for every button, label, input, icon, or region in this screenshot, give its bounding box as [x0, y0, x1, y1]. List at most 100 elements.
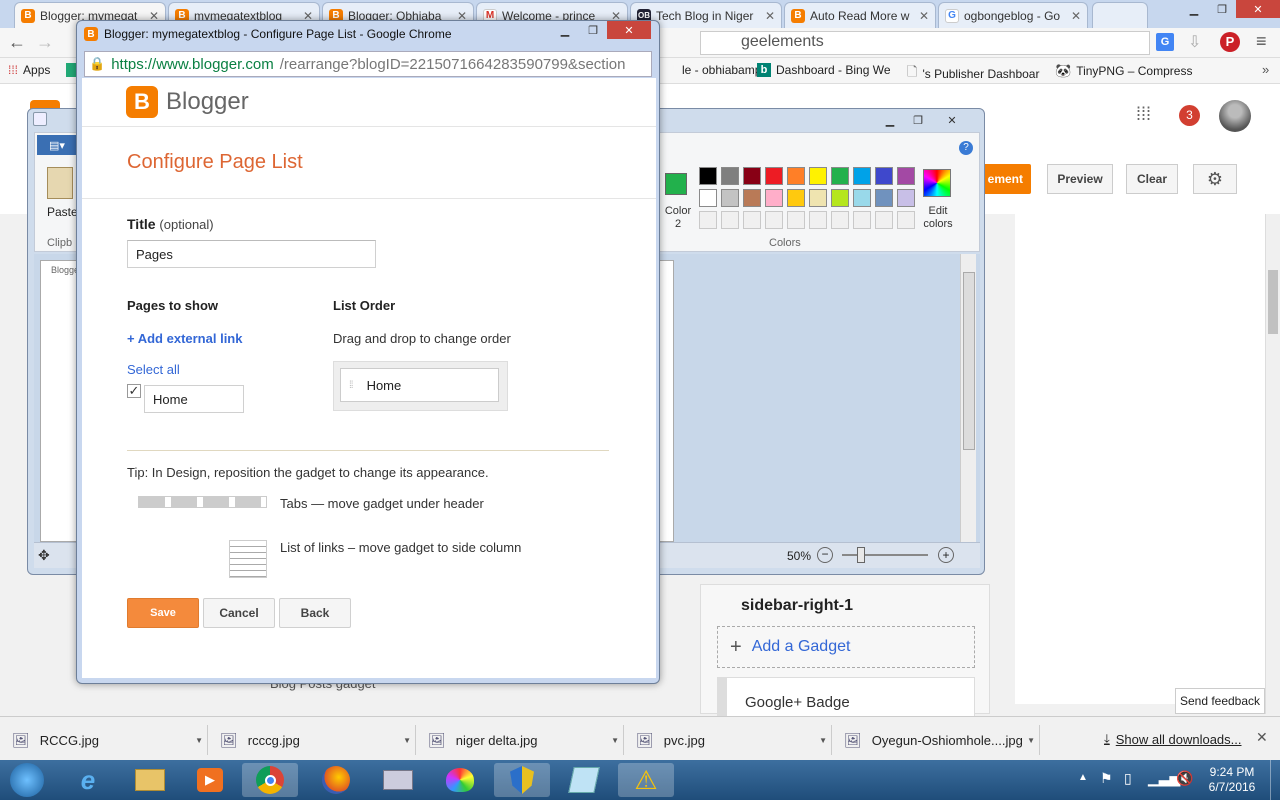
- home-page-checkbox[interactable]: ✓: [127, 384, 141, 398]
- color-swatch[interactable]: [875, 211, 893, 229]
- notes-app-icon[interactable]: [556, 763, 612, 797]
- bookmark-apps[interactable]: ⁞⁞⁞ Apps: [8, 63, 50, 77]
- color-swatch[interactable]: [897, 189, 915, 207]
- color-swatch[interactable]: [875, 189, 893, 207]
- color-swatch[interactable]: [787, 167, 805, 185]
- color-swatch[interactable]: [809, 167, 827, 185]
- edit-colors-button[interactable]: Edit colors: [919, 205, 957, 231]
- zoom-slider-thumb[interactable]: [857, 547, 865, 563]
- edit-colors-icon[interactable]: [923, 169, 951, 197]
- firefox-icon[interactable]: [308, 763, 364, 797]
- apps-grid-icon[interactable]: ⁞⁞⁞: [1136, 104, 1151, 125]
- color-swatch[interactable]: [743, 211, 761, 229]
- color-swatch[interactable]: [699, 211, 717, 229]
- close-icon[interactable]: ✕: [1071, 9, 1081, 23]
- notification-badge[interactable]: 3: [1179, 105, 1200, 126]
- internet-explorer-icon[interactable]: e: [60, 763, 116, 797]
- clear-button[interactable]: Clear: [1126, 164, 1178, 194]
- speaker-icon[interactable]: 🔇: [1176, 770, 1193, 787]
- maximize-icon[interactable]: ❐: [579, 21, 607, 39]
- battery-icon[interactable]: ▯: [1124, 770, 1132, 787]
- color-swatch[interactable]: [765, 167, 783, 185]
- bookmark-bing-dashboard[interactable]: b Dashboard - Bing We: [757, 63, 891, 77]
- forward-arrow-icon[interactable]: →: [36, 32, 54, 53]
- warning-app-icon[interactable]: ⚠: [618, 763, 674, 797]
- back-button[interactable]: Back: [279, 598, 351, 628]
- zoom-slider[interactable]: [842, 554, 928, 556]
- preview-button[interactable]: Preview: [1047, 164, 1113, 194]
- tab-auto-read-more[interactable]: B Auto Read More w ✕: [784, 2, 936, 28]
- color-swatch[interactable]: [787, 211, 805, 229]
- close-icon[interactable]: ✕: [1236, 0, 1280, 18]
- address-bar[interactable]: geelements: [700, 31, 1150, 55]
- color-swatch[interactable]: [831, 167, 849, 185]
- minimize-icon[interactable]: ▁: [551, 21, 579, 39]
- cancel-button[interactable]: Cancel: [203, 598, 275, 628]
- color-swatch[interactable]: [897, 167, 915, 185]
- color-swatch[interactable]: [831, 189, 849, 207]
- color-swatch[interactable]: [853, 211, 871, 229]
- color-swatch[interactable]: [699, 167, 717, 185]
- page-scrollbar[interactable]: [1265, 214, 1280, 714]
- bookmark-tinypng[interactable]: 🐼 TinyPNG – Compress: [1055, 63, 1192, 79]
- bookmark-publisher-dashboard[interactable]: 🗋's Publisher Dashboar: [907, 63, 1039, 85]
- add-external-link[interactable]: + Add external link: [127, 331, 242, 346]
- show-all-downloads-link[interactable]: ⤓ Show all downloads...: [1104, 731, 1242, 747]
- color-swatch[interactable]: [699, 189, 717, 207]
- new-tab-button[interactable]: [1092, 2, 1148, 28]
- chevron-up-icon[interactable]: ▲: [1078, 772, 1088, 783]
- paint-menu-button[interactable]: ▤▾: [37, 135, 77, 155]
- list-order-item[interactable]: ⁞⁞ Home: [340, 368, 499, 402]
- download-item[interactable]: 🖼 RCCG.jpg ▼: [0, 725, 208, 755]
- save-button[interactable]: Save: [127, 598, 199, 628]
- chevron-down-icon[interactable]: ▼: [819, 736, 827, 745]
- gplus-badge-gadget[interactable]: Google+ Badge: [717, 677, 975, 717]
- title-input[interactable]: Pages: [127, 240, 376, 268]
- avatar[interactable]: [1219, 100, 1251, 132]
- color-swatch[interactable]: [721, 189, 739, 207]
- drag-handle-icon[interactable]: ⁞⁞: [349, 380, 353, 391]
- gear-icon[interactable]: ⚙: [1193, 164, 1237, 194]
- media-player-icon[interactable]: ▶: [182, 763, 238, 797]
- start-button[interactable]: [2, 763, 52, 797]
- chevron-down-icon[interactable]: ▼: [1027, 736, 1035, 745]
- bookmarks-overflow-icon[interactable]: »: [1262, 62, 1269, 77]
- color-swatch[interactable]: [721, 211, 739, 229]
- show-desktop-button[interactable]: [1270, 760, 1280, 800]
- file-explorer-icon[interactable]: [122, 763, 178, 797]
- send-feedback-button[interactable]: Send feedback: [1175, 688, 1265, 714]
- color-swatch[interactable]: [787, 189, 805, 207]
- scrollbar-thumb[interactable]: [1268, 270, 1278, 334]
- color-swatch[interactable]: [853, 167, 871, 185]
- color-swatch[interactable]: [765, 189, 783, 207]
- color-swatch[interactable]: [743, 167, 761, 185]
- download-item[interactable]: 🖼 pvc.jpg ▼: [624, 725, 832, 755]
- color-swatch[interactable]: [897, 211, 915, 229]
- security-shield-icon[interactable]: [494, 763, 550, 797]
- color-swatch[interactable]: [809, 211, 827, 229]
- download-item[interactable]: 🖼 Oyegun-Oshiomhole....jpg ▼: [832, 725, 1040, 755]
- color-swatch[interactable]: [853, 189, 871, 207]
- translate-extension-icon[interactable]: G: [1156, 33, 1174, 51]
- minimize-icon[interactable]: ▁: [1180, 0, 1208, 18]
- download-item[interactable]: 🖼 rcccg.jpg ▼: [208, 725, 416, 755]
- maximize-icon[interactable]: ❐: [904, 111, 932, 129]
- color-swatch[interactable]: [765, 211, 783, 229]
- action-center-flag-icon[interactable]: ⚑: [1100, 770, 1113, 787]
- tab-ogbongeblog[interactable]: Gogbongeblog - Go ✕: [938, 2, 1088, 28]
- close-icon[interactable]: ✕: [919, 9, 929, 23]
- paint-taskbar-icon[interactable]: [432, 763, 488, 797]
- clipboard-icon[interactable]: [47, 167, 73, 199]
- select-all-link[interactable]: Select all: [127, 362, 180, 377]
- add-a-gadget-button[interactable]: + Add a Gadget: [717, 626, 975, 668]
- scrollbar-thumb[interactable]: [963, 272, 975, 450]
- color-swatch[interactable]: [721, 167, 739, 185]
- home-page-field[interactable]: Home: [144, 385, 244, 413]
- pinterest-icon[interactable]: P: [1220, 32, 1240, 52]
- color-swatch[interactable]: [875, 167, 893, 185]
- minimize-icon[interactable]: ▁: [876, 111, 904, 129]
- close-icon[interactable]: ✕: [932, 111, 972, 129]
- chevron-down-icon[interactable]: ▼: [195, 736, 203, 745]
- close-icon[interactable]: ✕: [765, 9, 775, 23]
- chrome-menu-icon[interactable]: ≡: [1256, 31, 1267, 52]
